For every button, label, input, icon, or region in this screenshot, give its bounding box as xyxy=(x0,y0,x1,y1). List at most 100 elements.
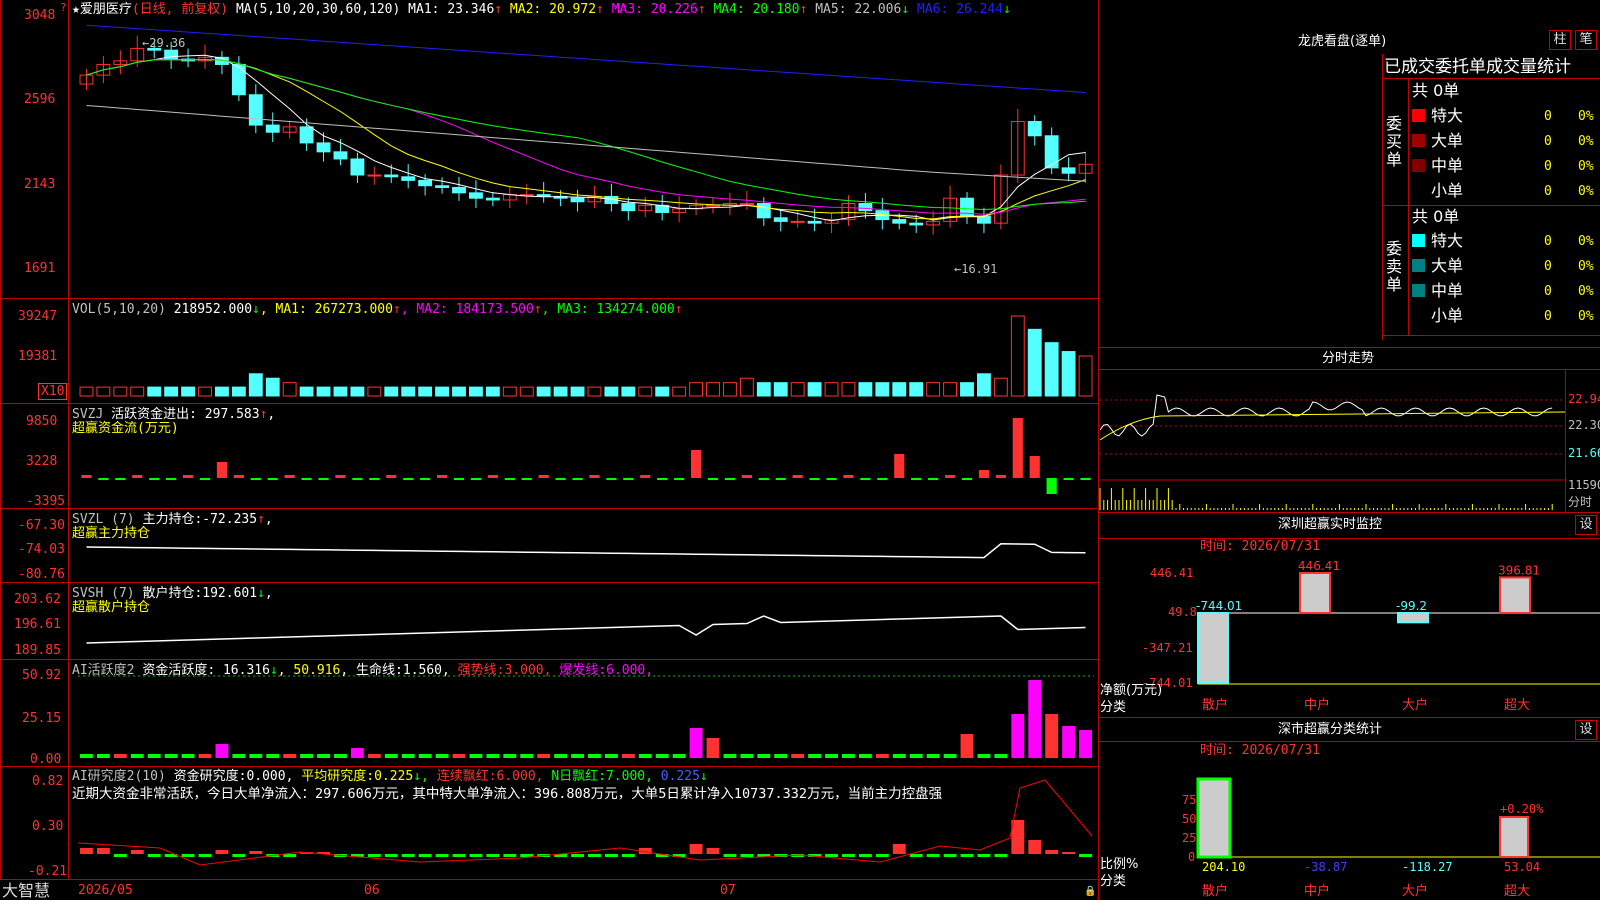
svzl-subtitle: 超赢主力持仓 xyxy=(72,526,151,541)
svzj-tick-2: 3228 xyxy=(26,454,58,469)
svzj-bar xyxy=(538,475,549,478)
high-label: ←29.36 xyxy=(142,36,186,50)
svzj-bar xyxy=(267,478,278,480)
buy-row-2[interactable]: 大单 xyxy=(1412,132,1463,150)
brand-label[interactable]: 大智慧 xyxy=(2,881,50,900)
sell-swatch-4 xyxy=(1412,309,1425,322)
volume-bar xyxy=(282,382,297,397)
svzj-bar xyxy=(758,478,769,480)
research-bar xyxy=(960,854,974,857)
candle-body xyxy=(1027,121,1042,137)
ai-active-bar xyxy=(401,754,415,758)
buy-count-2: 0 xyxy=(1544,134,1552,149)
volume-bar xyxy=(739,377,754,397)
question-icon[interactable]: ? xyxy=(60,0,67,15)
volume-bar xyxy=(299,386,314,397)
volume-bar xyxy=(807,382,822,397)
sz-stats-settings-button[interactable]: 设 xyxy=(1575,720,1597,740)
research-bar xyxy=(604,854,618,857)
vol-unit-badge[interactable]: X10 xyxy=(38,383,68,400)
svzj-bar xyxy=(216,462,228,478)
buy-row-3[interactable]: 中单 xyxy=(1412,157,1463,175)
research-bar xyxy=(113,854,127,857)
sz-stats-time: 时间: 2026/07/31 xyxy=(1200,743,1320,758)
research-bar xyxy=(943,854,957,857)
vol-tick-1: 39247 xyxy=(18,309,58,324)
buy-row-1[interactable]: 特大 xyxy=(1412,107,1463,125)
sz-monitor-bar-label-3: -99.2 xyxy=(1396,599,1427,613)
research-bar xyxy=(977,854,991,857)
sz-stats-bar-4 xyxy=(1499,816,1529,858)
svzj-header: SVZJ 活跃资金进出: 297.583↑, xyxy=(72,407,276,422)
candle-body xyxy=(621,203,636,212)
intraday-vol-tick: 11590 xyxy=(1568,478,1600,492)
main-canvas: -744.01 446.41 -99.2 396.81 xyxy=(0,0,1600,900)
column-view-button[interactable]: 柱 xyxy=(1549,30,1571,50)
sell-row-4[interactable]: 小单 xyxy=(1412,307,1463,325)
buy-row-4[interactable]: 小单 xyxy=(1412,182,1463,200)
volume-bar xyxy=(164,386,179,397)
ai-active-bar xyxy=(943,754,957,758)
stats-cat-4: 超大 xyxy=(1504,884,1531,899)
pen-view-button[interactable]: 笔 xyxy=(1575,30,1597,50)
volume-bar xyxy=(181,386,196,397)
sz-cat-3: 大户 xyxy=(1402,698,1429,713)
volume-bar xyxy=(1044,342,1059,397)
svzj-bar xyxy=(792,475,803,478)
candle-body xyxy=(231,63,246,96)
sell-side-label: 委卖单 xyxy=(1386,239,1403,294)
research-bar xyxy=(249,851,263,854)
ai-active-bar xyxy=(520,754,534,758)
price-header: ★爱朋医疗(日线, 前复权) MA(5,10,20,30,60,120) MA1… xyxy=(72,2,1011,17)
volume-bar xyxy=(265,377,280,397)
svzj-tick-1: 9850 xyxy=(26,414,58,429)
candle-body xyxy=(468,192,483,199)
sz-tick-3: -347.21 xyxy=(1142,641,1193,655)
svzl-tick-3: -80.76 xyxy=(18,567,65,582)
svzj-bar xyxy=(115,478,126,480)
sz-monitor-bar-label-4: 396.81 xyxy=(1498,563,1540,577)
svsh-tick-2: 196.61 xyxy=(14,617,61,632)
svzj-bar xyxy=(470,478,482,480)
vol-ma-arrow-2: ↑ xyxy=(533,302,542,317)
volume-bar xyxy=(756,382,771,397)
buy-swatch-3 xyxy=(1412,159,1425,172)
ma-arrow-5: ↓ xyxy=(901,2,910,17)
candle-body xyxy=(807,220,822,224)
stock-period[interactable]: (日线, 前复权) xyxy=(132,2,228,17)
sell-row-3[interactable]: 中单 xyxy=(1412,282,1463,300)
svzl-tick-1: -67.30 xyxy=(18,518,65,533)
dragon-tabs[interactable]: 已成交委托单成交量统计 xyxy=(1384,57,1571,77)
volume-bar xyxy=(468,386,483,397)
sz-stats-title: 深市超赢分类统计 xyxy=(1278,722,1383,737)
candle-body xyxy=(435,185,450,188)
ai-active-bar xyxy=(147,754,161,758)
ai-active-bar xyxy=(181,754,195,758)
ai-active-bar xyxy=(757,754,771,758)
volume-bar xyxy=(214,386,229,397)
svzj-bar xyxy=(928,478,939,480)
svzj-bar xyxy=(1046,478,1057,494)
ai-active-bar xyxy=(384,754,398,758)
svzj-bar xyxy=(961,478,973,480)
candle-body xyxy=(909,222,924,226)
intraday-tick-1: 22.94 xyxy=(1568,392,1600,406)
ai-active-bar xyxy=(469,754,483,758)
sell-row-1[interactable]: 特大 xyxy=(1412,232,1463,250)
lock-icon[interactable]: 🔒 xyxy=(1084,884,1096,899)
sz-monitor-title: 深圳超赢实时监控 xyxy=(1278,517,1383,532)
ai-active-bar xyxy=(960,734,974,758)
candle-body xyxy=(739,203,754,206)
sz-cat-4: 超大 xyxy=(1504,698,1531,713)
sz-monitor-settings-button[interactable]: 设 xyxy=(1575,515,1597,535)
sell-row-2[interactable]: 大单 xyxy=(1412,257,1463,275)
ai-active-bar xyxy=(350,748,364,758)
research-bar xyxy=(452,854,466,857)
svsh-line xyxy=(86,615,1086,644)
svzj-bar xyxy=(1012,418,1023,478)
sz-monitor-time: 时间: 2026/07/31 xyxy=(1200,539,1320,554)
ai-active-bar xyxy=(283,754,297,758)
stock-name[interactable]: ★爱朋医疗 xyxy=(72,2,132,17)
research-bar xyxy=(842,854,855,857)
svzj-bar xyxy=(809,478,820,480)
